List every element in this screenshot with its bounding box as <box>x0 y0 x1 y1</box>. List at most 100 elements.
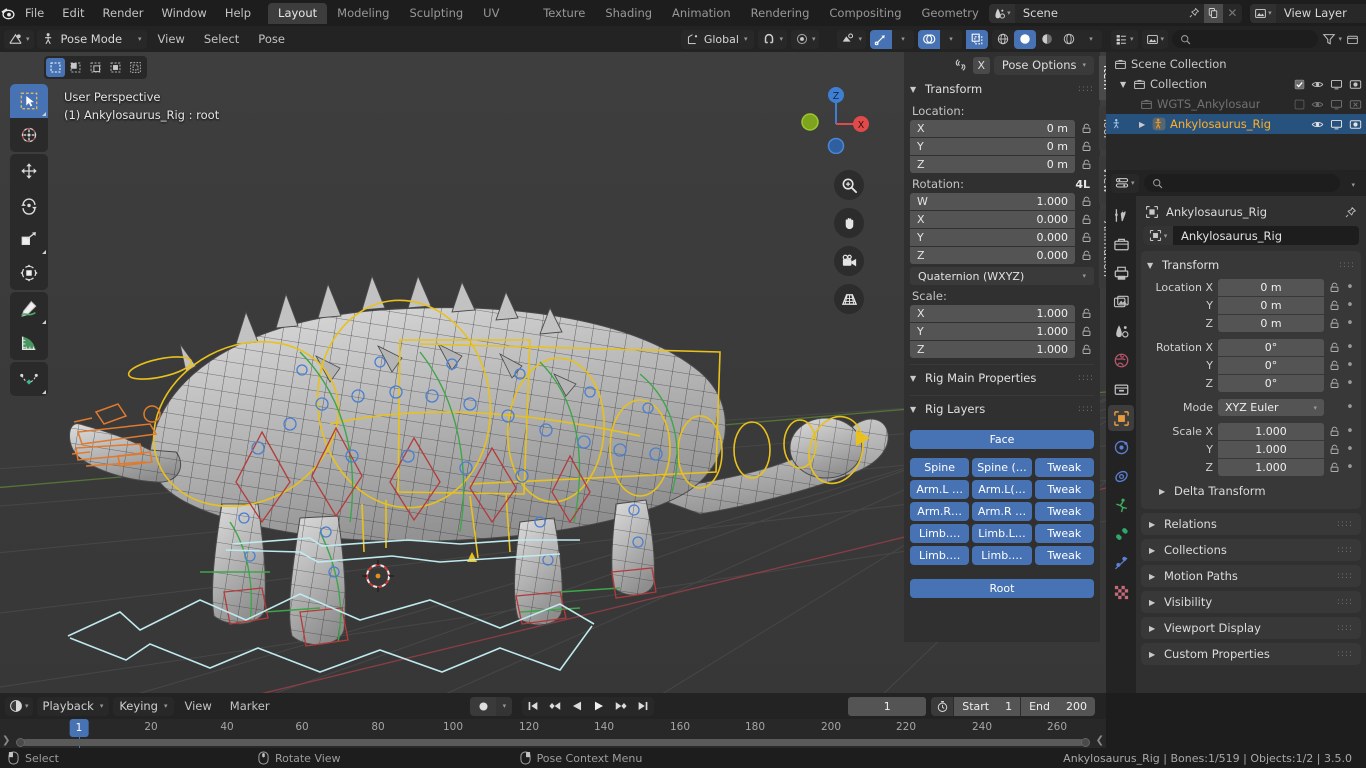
object-id-block[interactable]: ▾ Ankylosaurus_Rig <box>1143 226 1359 245</box>
rig-layer-arm-l-ik-button[interactable]: Arm.L … <box>910 480 969 499</box>
outliner-row-scene-collection[interactable]: Scene Collection <box>1106 54 1366 74</box>
animate-dot-icon[interactable]: • <box>1345 361 1355 371</box>
move-tool[interactable] <box>10 154 48 188</box>
checkbox-icon[interactable] <box>1294 79 1305 90</box>
xray-toggle[interactable] <box>966 30 988 49</box>
scale-x-field[interactable]: 1.000 <box>1218 423 1324 440</box>
cursor-tool[interactable] <box>10 118 48 152</box>
rig-layer-limb-l-fk-button[interactable]: Limb.L… <box>972 524 1031 543</box>
lock-icon[interactable] <box>1079 196 1094 207</box>
overlays-dropdown-icon[interactable]: ▾ <box>940 30 962 49</box>
custom-properties-panel[interactable]: ▶ Custom Properties :::: <box>1141 643 1361 665</box>
current-frame-field[interactable]: 1 <box>848 697 926 716</box>
workspace-tab-animation[interactable]: Animation <box>662 3 741 24</box>
menu-window[interactable]: Window <box>152 3 215 23</box>
outliner-row-collection[interactable]: ▼ Collection <box>1106 74 1366 94</box>
workspace-tab-rendering[interactable]: Rendering <box>741 3 820 24</box>
scene-copy-icon[interactable] <box>1204 4 1223 23</box>
lock-icon[interactable] <box>1079 232 1094 243</box>
properties-search-input[interactable] <box>1144 174 1341 192</box>
properties-options-dropdown-icon[interactable]: ▾ <box>1345 177 1361 190</box>
timeline-menu-view[interactable]: View <box>178 697 219 716</box>
transform-orientation-selector[interactable]: Global ▾ <box>681 30 755 49</box>
relations-panel[interactable]: ▶ Relations :::: <box>1141 513 1361 535</box>
eye-icon[interactable] <box>1311 78 1324 91</box>
stopwatch-icon[interactable] <box>931 697 953 716</box>
render-tab[interactable] <box>1108 231 1134 257</box>
rig-layer-spine-fk-button[interactable]: Spine (… <box>972 458 1031 477</box>
animate-dot-icon[interactable]: • <box>1345 343 1355 353</box>
rig-layer-limb-r-ik-button[interactable]: Limb.… <box>910 546 969 565</box>
rotation-y-field[interactable]: Y 0.000 <box>910 229 1075 246</box>
end-frame-field[interactable]: End 200 <box>1020 697 1095 716</box>
lock-icon[interactable] <box>1079 344 1094 355</box>
unlink-icon[interactable] <box>953 57 969 73</box>
select-set-icon[interactable] <box>46 58 65 77</box>
view-layer-icon[interactable]: ▾ <box>1250 4 1276 23</box>
scrollbar-right-handle[interactable] <box>1081 738 1090 747</box>
rig-layers-header[interactable]: ▼ Rig Layers :::: <box>910 398 1094 420</box>
view-layer-name[interactable]: View Layer <box>1276 4 1366 23</box>
outliner-display-mode-button[interactable]: ▾ <box>1142 30 1169 49</box>
location-y-field[interactable]: Y 0 m <box>910 138 1075 155</box>
scrollbar-left-handle[interactable] <box>16 738 25 747</box>
rig-layer-arm-r-tweak-button[interactable]: Tweak <box>1035 502 1094 521</box>
checkbox-icon[interactable] <box>1294 99 1305 110</box>
scale-y-field[interactable]: 1.000 <box>1218 441 1324 458</box>
workspace-tab-sculpting[interactable]: Sculpting <box>399 3 473 24</box>
delta-transform-subpanel[interactable]: ▶ Delta Transform <box>1147 481 1355 501</box>
lock-icon[interactable] <box>1079 308 1094 319</box>
object-data-tab[interactable] <box>1108 521 1134 547</box>
shading-wireframe-icon[interactable] <box>992 30 1014 49</box>
lock-icon[interactable] <box>1079 159 1094 170</box>
workspace-tab-texture-paint[interactable]: Texture Paint <box>533 3 595 24</box>
object-name-field[interactable]: Ankylosaurus_Rig <box>1173 229 1282 243</box>
texture-tab[interactable] <box>1108 579 1134 605</box>
scale-x-field[interactable]: X 1.000 <box>910 305 1075 322</box>
workspace-tab-compositing[interactable]: Compositing <box>819 3 911 24</box>
editor-type-3dview-icon[interactable]: ▾ <box>4 30 34 49</box>
select-subtract-icon[interactable] <box>86 58 105 77</box>
rotation-mode-dropdown[interactable]: XYZ Euler ▾ <box>1218 399 1324 416</box>
pin-icon[interactable] <box>1344 206 1357 219</box>
play-icon[interactable] <box>588 697 610 716</box>
play-reverse-icon[interactable] <box>566 697 588 716</box>
screen-icon[interactable] <box>1330 78 1343 91</box>
menu-file[interactable]: File <box>16 3 53 23</box>
overlays-icon[interactable] <box>918 30 940 49</box>
pin-icon[interactable] <box>1185 4 1204 23</box>
scale-tool[interactable] <box>10 222 48 256</box>
outliner-row-ankylosaurus-rig[interactable]: ▶ Ankylosaurus_Rig <box>1106 114 1366 134</box>
outliner-filter-icon[interactable]: ▾ <box>1322 32 1342 46</box>
animate-dot-icon[interactable]: • <box>1345 301 1355 311</box>
scene-datablock[interactable]: ▾ Scene ✕ <box>989 4 1242 23</box>
eye-icon[interactable] <box>1311 98 1324 111</box>
workspace-tab-modeling[interactable]: Modeling <box>327 3 399 24</box>
close-panel-button[interactable]: X <box>973 57 990 74</box>
select-extend-icon[interactable] <box>66 58 85 77</box>
properties-editor-type-button[interactable]: ▾ <box>1111 174 1139 193</box>
camera-render-icon[interactable] <box>1349 78 1362 91</box>
screen-icon[interactable] <box>1330 118 1343 131</box>
lock-icon[interactable] <box>1079 141 1094 152</box>
mode-selector[interactable]: Pose Mode ▾ <box>37 30 147 49</box>
menu-edit[interactable]: Edit <box>53 3 93 23</box>
rig-layer-root-button[interactable]: Root <box>910 579 1094 598</box>
rotation-z-field[interactable]: 0° <box>1218 375 1324 392</box>
animate-dot-icon[interactable]: • <box>1345 463 1355 473</box>
transform-tool[interactable] <box>10 256 48 290</box>
proportional-edit-button[interactable]: ▾ <box>791 30 820 49</box>
rotation-x-field[interactable]: X 0.000 <box>910 211 1075 228</box>
rig-layer-limb-r-fk-button[interactable]: Limb.… <box>972 546 1031 565</box>
outliner-new-collection-icon[interactable] <box>1346 33 1361 46</box>
lock-icon[interactable] <box>1329 378 1340 389</box>
pose-options-dropdown[interactable]: Pose Options ▾ <box>994 56 1094 75</box>
rig-layer-arm-r-ik-button[interactable]: Arm.R… <box>910 502 969 521</box>
shading-material-preview-icon[interactable] <box>1036 30 1058 49</box>
animate-dot-icon[interactable]: • <box>1345 379 1355 389</box>
animate-dot-icon[interactable]: • <box>1345 319 1355 329</box>
rotation-z-field[interactable]: Z 0.000 <box>910 247 1075 264</box>
rotation-mode-dropdown[interactable]: Quaternion (WXYZ) ▾ <box>910 267 1094 285</box>
viewport-visibility-button[interactable]: ▾ <box>837 30 866 49</box>
lock-icon[interactable] <box>1079 326 1094 337</box>
